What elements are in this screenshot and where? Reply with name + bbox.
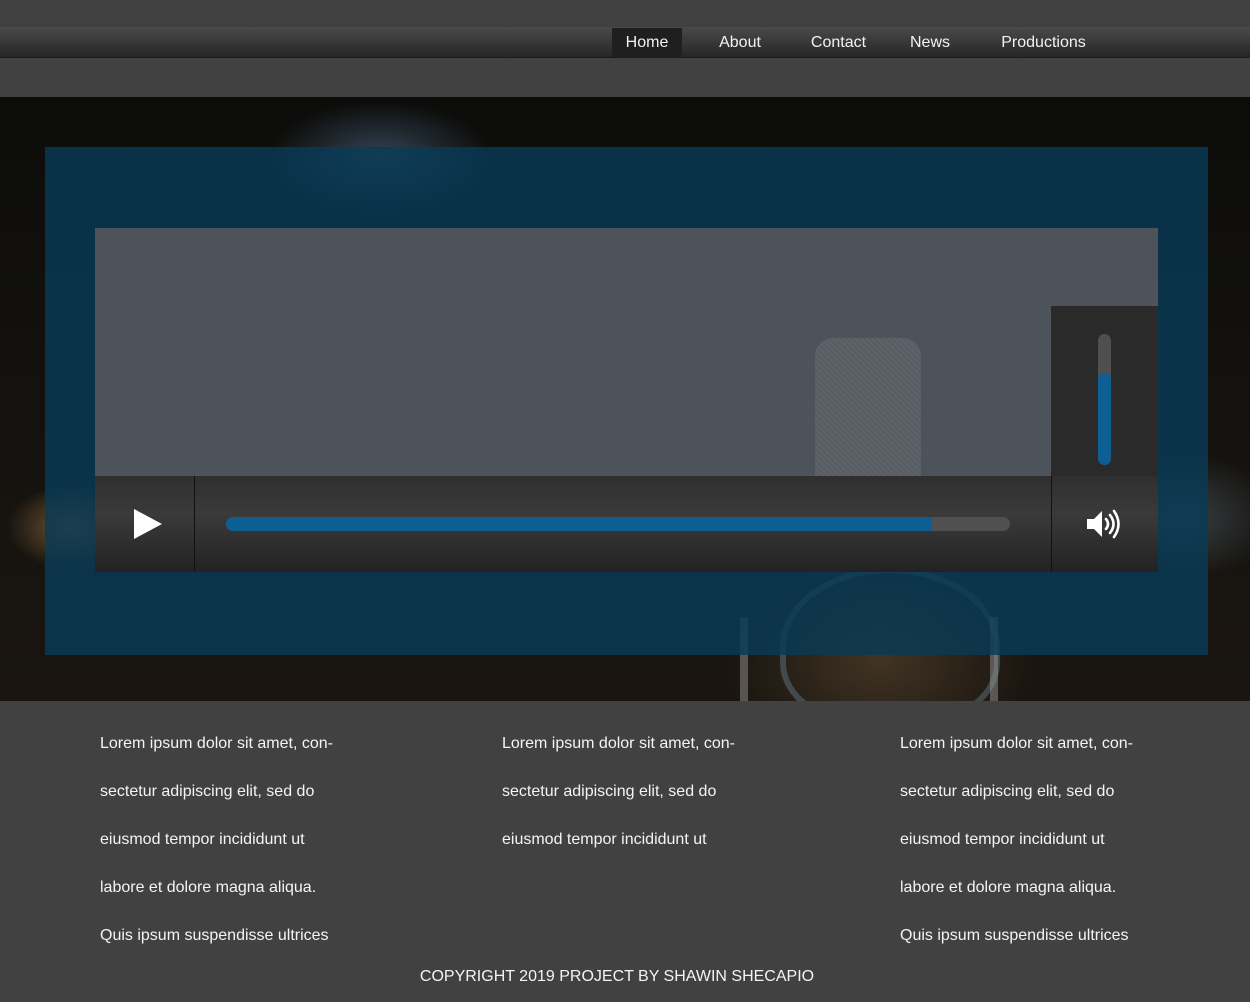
text-column-1: Lorem ipsum dolor sit amet, con- sectetu…	[100, 720, 460, 960]
progress-bar[interactable]	[226, 517, 1010, 531]
text-line: sectetur adipiscing elit, sed do	[502, 783, 717, 800]
player-controls	[95, 476, 1158, 572]
text-line: eiusmod tempor incididunt ut	[900, 831, 1105, 848]
progress-bar-fill	[226, 517, 932, 531]
site-header: Home About Contact News Productions	[0, 0, 1250, 97]
nav-item-contact[interactable]: Contact	[802, 28, 875, 57]
text-line: Lorem ipsum dolor sit amet, con-	[502, 735, 735, 752]
text-line: Lorem ipsum dolor sit amet, con-	[900, 735, 1133, 752]
video-screen[interactable]	[95, 228, 1158, 478]
text-column-2: Lorem ipsum dolor sit amet, con- sectetu…	[502, 720, 862, 864]
text-line: Quis ipsum suspendisse ultrices	[900, 927, 1129, 944]
text-column-3: Lorem ipsum dolor sit amet, con- sectetu…	[900, 720, 1250, 960]
hero-section	[0, 97, 1250, 701]
text-line: sectetur adipiscing elit, sed do	[900, 783, 1115, 800]
play-button[interactable]	[95, 476, 195, 572]
volume-button[interactable]	[1051, 476, 1158, 572]
text-line: labore et dolore magna aliqua.	[900, 879, 1117, 896]
volume-popup	[1051, 306, 1158, 476]
text-line: eiusmod tempor incididunt ut	[100, 831, 305, 848]
text-line: labore et dolore magna aliqua.	[100, 879, 317, 896]
footer: COPYRIGHT 2019 PROJECT BY SHAWIN SHECAPI…	[0, 965, 1250, 989]
text-line: sectetur adipiscing elit, sed do	[100, 783, 315, 800]
copyright-text: COPYRIGHT 2019 PROJECT BY SHAWIN SHECAPI…	[419, 968, 815, 985]
nav-item-about[interactable]: About	[706, 28, 774, 57]
video-mic-frame	[815, 338, 921, 478]
volume-slider[interactable]	[1098, 334, 1111, 465]
speaker-volume-icon	[1087, 509, 1120, 539]
nav-item-news[interactable]: News	[900, 28, 960, 57]
nav-item-home[interactable]: Home	[612, 28, 682, 57]
text-line: Lorem ipsum dolor sit amet, con-	[100, 735, 333, 752]
nav-item-productions[interactable]: Productions	[990, 28, 1097, 57]
play-icon	[134, 509, 162, 539]
volume-slider-fill	[1098, 373, 1111, 465]
text-line: eiusmod tempor incididunt ut	[502, 831, 707, 848]
text-line: Quis ipsum suspendisse ultrices	[100, 927, 329, 944]
